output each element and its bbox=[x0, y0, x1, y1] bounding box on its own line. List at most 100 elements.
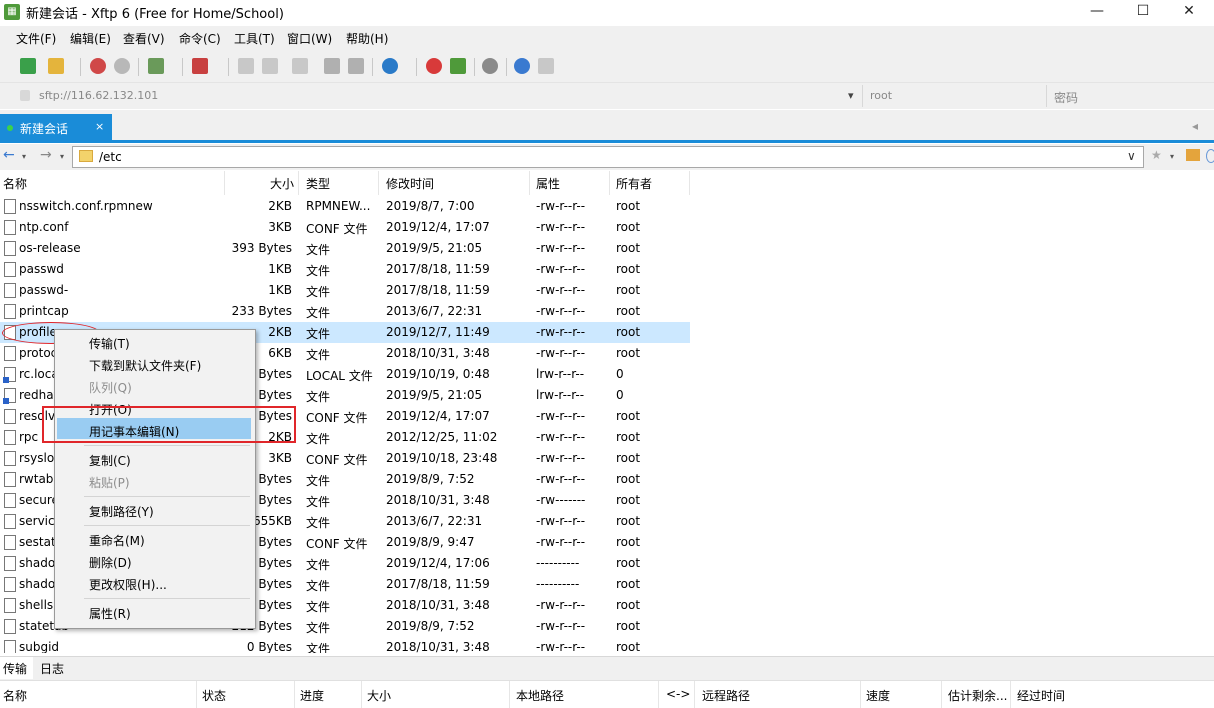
menu-view[interactable]: 查看(V) bbox=[123, 30, 165, 47]
sync-icon[interactable] bbox=[292, 58, 308, 74]
host-dropdown[interactable]: ▾ bbox=[848, 89, 854, 102]
file-name: printcap bbox=[19, 304, 69, 318]
ctx-change-permissions[interactable]: 更改权限(H)... bbox=[89, 576, 167, 593]
maximize-button[interactable]: ☐ bbox=[1120, 0, 1166, 24]
xftp-icon: ▦ bbox=[4, 4, 20, 20]
forward-icon[interactable]: → bbox=[40, 147, 52, 163]
tcol-size[interactable]: 大小 bbox=[367, 687, 391, 704]
xftp-new-icon[interactable] bbox=[450, 58, 466, 74]
menu-command[interactable]: 命令(C) bbox=[179, 30, 221, 47]
file-row[interactable]: os-release 393 Bytes 文件 2019/9/5, 21:05 -rw-… bbox=[0, 238, 690, 259]
gear-icon[interactable] bbox=[482, 58, 498, 74]
tab-transfer[interactable]: 传输 bbox=[0, 657, 33, 679]
file-row[interactable]: passwd 1KB 文件 2017/8/18, 11:59 -rw-r--r-- roo… bbox=[0, 259, 690, 280]
tab-close-icon[interactable]: × bbox=[95, 120, 104, 133]
refresh-icon[interactable] bbox=[1206, 149, 1214, 163]
xshell-icon[interactable] bbox=[426, 58, 442, 74]
file-icon bbox=[3, 367, 16, 383]
file-modified: 2013/6/7, 22:31 bbox=[386, 304, 483, 318]
username-field[interactable]: root bbox=[870, 89, 892, 102]
file-modified: 2019/12/4, 17:06 bbox=[386, 556, 490, 570]
file-row[interactable]: passwd- 1KB 文件 2017/8/18, 11:59 -rw-r--r-- ro… bbox=[0, 280, 690, 301]
tcol-progress[interactable]: 进度 bbox=[300, 687, 324, 704]
close-button[interactable]: ✕ bbox=[1166, 0, 1212, 24]
password-field[interactable]: 密码 bbox=[1054, 89, 1078, 106]
file-name: secure bbox=[19, 493, 59, 507]
properties-icon[interactable] bbox=[148, 58, 164, 74]
tcol-direction[interactable]: <-> bbox=[666, 687, 690, 701]
host-field[interactable]: sftp://116.62.132.101 bbox=[39, 89, 158, 102]
annotation-box bbox=[42, 406, 296, 443]
tcol-status[interactable]: 状态 bbox=[202, 687, 226, 704]
column-owner[interactable]: 所有者 bbox=[616, 175, 652, 192]
ctx-paste[interactable]: 粘贴(P) bbox=[89, 474, 130, 491]
column-name[interactable]: 名称 bbox=[3, 175, 27, 192]
new-session-icon[interactable] bbox=[20, 58, 36, 74]
menu-tools[interactable]: 工具(T) bbox=[234, 30, 275, 47]
path-dropdown-icon[interactable]: ∨ bbox=[1127, 149, 1136, 163]
paste-icon[interactable] bbox=[348, 58, 364, 74]
disconnect-icon[interactable] bbox=[114, 58, 130, 74]
column-attributes[interactable]: 属性 bbox=[536, 175, 560, 192]
file-type: 文件 bbox=[306, 621, 331, 635]
download-icon[interactable] bbox=[262, 58, 278, 74]
file-row[interactable]: ntp.conf 3KB CONF 文件 2019/12/4, 17:07 -rw-r-… bbox=[0, 217, 690, 238]
menu-window[interactable]: 窗口(W) bbox=[287, 30, 332, 47]
column-size[interactable]: 大小 bbox=[270, 175, 294, 192]
tab-scroll-left-icon[interactable]: ◂ bbox=[1192, 119, 1198, 133]
bookmark-dropdown-icon[interactable]: ▾ bbox=[1170, 152, 1174, 161]
file-owner: root bbox=[616, 325, 641, 339]
globe-icon[interactable] bbox=[382, 58, 398, 74]
back-dropdown-icon[interactable]: ▾ bbox=[22, 152, 26, 161]
ctx-copy[interactable]: 复制(C) bbox=[89, 452, 131, 469]
tcol-elapsed[interactable]: 经过时间 bbox=[1017, 687, 1065, 704]
file-row[interactable]: nsswitch.conf.rpmnew 2KB RPMNEW... 2019/8/7… bbox=[0, 196, 690, 217]
file-size: 1KB bbox=[268, 262, 292, 276]
home-icon[interactable] bbox=[1186, 149, 1200, 161]
file-row[interactable]: printcap 233 Bytes 文件 2013/6/7, 22:31 -rw-r-… bbox=[0, 301, 690, 322]
ctx-copy-path[interactable]: 复制路径(Y) bbox=[89, 503, 154, 520]
chat-icon[interactable] bbox=[538, 58, 554, 74]
tcol-speed[interactable]: 速度 bbox=[866, 687, 890, 704]
file-modified: 2018/10/31, 3:48 bbox=[386, 346, 490, 360]
tcol-local-path[interactable]: 本地路径 bbox=[516, 687, 564, 704]
menu-file[interactable]: 文件(F) bbox=[16, 30, 56, 47]
upload-icon[interactable] bbox=[238, 58, 254, 74]
transfer-icon[interactable] bbox=[192, 58, 208, 74]
ctx-delete[interactable]: 删除(D) bbox=[89, 554, 132, 571]
column-modified[interactable]: 修改时间 bbox=[386, 175, 434, 192]
tcol-eta[interactable]: 估计剩余... bbox=[948, 687, 1007, 704]
column-type[interactable]: 类型 bbox=[306, 175, 330, 192]
back-icon[interactable]: ← bbox=[3, 147, 15, 163]
copy-icon[interactable] bbox=[324, 58, 340, 74]
tab-log[interactable]: 日志 bbox=[40, 660, 64, 677]
open-folder-icon[interactable] bbox=[48, 58, 64, 74]
ctx-rename[interactable]: 重命名(M) bbox=[89, 532, 145, 549]
file-size: 3KB bbox=[268, 220, 292, 234]
file-modified: 2018/10/31, 3:48 bbox=[386, 598, 490, 612]
file-row[interactable]: subgid 0 Bytes 文件 2018/10/31, 3:48 -rw-r--r-… bbox=[0, 637, 690, 653]
file-size: 233 Bytes bbox=[231, 304, 292, 318]
path-input[interactable]: /etc ∨ bbox=[72, 146, 1144, 168]
bookmark-icon[interactable]: ★ bbox=[1151, 148, 1162, 162]
file-name: shado bbox=[19, 556, 56, 570]
file-modified: 2019/8/9, 7:52 bbox=[386, 619, 475, 633]
help-icon[interactable] bbox=[514, 58, 530, 74]
ctx-properties[interactable]: 属性(R) bbox=[89, 605, 131, 622]
file-size: 393 Bytes bbox=[231, 241, 292, 255]
file-size: 2KB bbox=[268, 325, 292, 339]
menu-edit[interactable]: 编辑(E) bbox=[70, 30, 111, 47]
file-modified: 2017/8/18, 11:59 bbox=[386, 577, 490, 591]
tcol-name[interactable]: 名称 bbox=[3, 687, 27, 704]
ctx-download-default[interactable]: 下载到默认文件夹(F) bbox=[89, 357, 201, 374]
minimize-button[interactable]: — bbox=[1074, 0, 1120, 24]
connect-icon[interactable] bbox=[90, 58, 106, 74]
file-icon bbox=[3, 388, 16, 404]
menu-help[interactable]: 帮助(H) bbox=[346, 30, 388, 47]
tcol-remote-path[interactable]: 远程路径 bbox=[702, 687, 750, 704]
ctx-transfer[interactable]: 传输(T) bbox=[89, 335, 130, 352]
file-owner: root bbox=[616, 598, 641, 612]
ctx-queue[interactable]: 队列(Q) bbox=[89, 379, 132, 396]
forward-dropdown-icon[interactable]: ▾ bbox=[60, 152, 64, 161]
tab-session[interactable]: 新建会话 × bbox=[0, 114, 112, 142]
